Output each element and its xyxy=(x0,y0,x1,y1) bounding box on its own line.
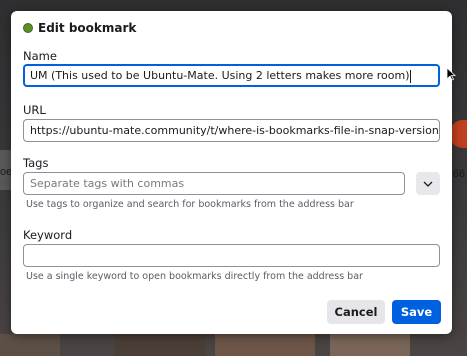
background-photo xyxy=(0,334,60,356)
mouse-pointer-icon xyxy=(446,67,456,81)
tags-help-text: Use tags to organize and search for book… xyxy=(26,199,354,210)
edit-bookmark-dialog: Edit bookmark Name UM (This used to be U… xyxy=(11,11,452,334)
bookmark-favicon-icon xyxy=(23,23,33,33)
name-label: Name xyxy=(23,49,57,63)
cancel-button[interactable]: Cancel xyxy=(327,300,385,324)
background-photo xyxy=(215,334,315,356)
keyword-input[interactable] xyxy=(23,244,440,267)
background-photo xyxy=(330,334,410,356)
tags-input[interactable]: Separate tags with commas xyxy=(23,172,405,195)
name-input-value: UM (This used to be Ubuntu-Mate. Using 2… xyxy=(30,69,410,82)
url-label: URL xyxy=(23,103,46,117)
url-input-value: https://ubuntu-mate.community/t/where-is… xyxy=(30,124,440,137)
tags-dropdown-button[interactable] xyxy=(416,172,440,195)
name-input[interactable]: UM (This used to be Ubuntu-Mate. Using 2… xyxy=(23,64,440,87)
background-text-right: 66 xyxy=(452,168,465,180)
dialog-title: Edit bookmark xyxy=(38,21,137,35)
tags-label: Tags xyxy=(23,156,49,170)
dialog-header: Edit bookmark xyxy=(23,21,136,35)
url-input[interactable]: https://ubuntu-mate.community/t/where-is… xyxy=(23,119,440,142)
text-caret xyxy=(409,69,411,83)
tags-placeholder: Separate tags with commas xyxy=(30,177,185,190)
keyword-help-text: Use a single keyword to open bookmarks d… xyxy=(26,271,363,282)
chevron-down-icon xyxy=(423,181,433,187)
background-photo xyxy=(115,334,205,356)
keyword-label: Keyword xyxy=(23,228,73,242)
save-button[interactable]: Save xyxy=(392,300,441,324)
